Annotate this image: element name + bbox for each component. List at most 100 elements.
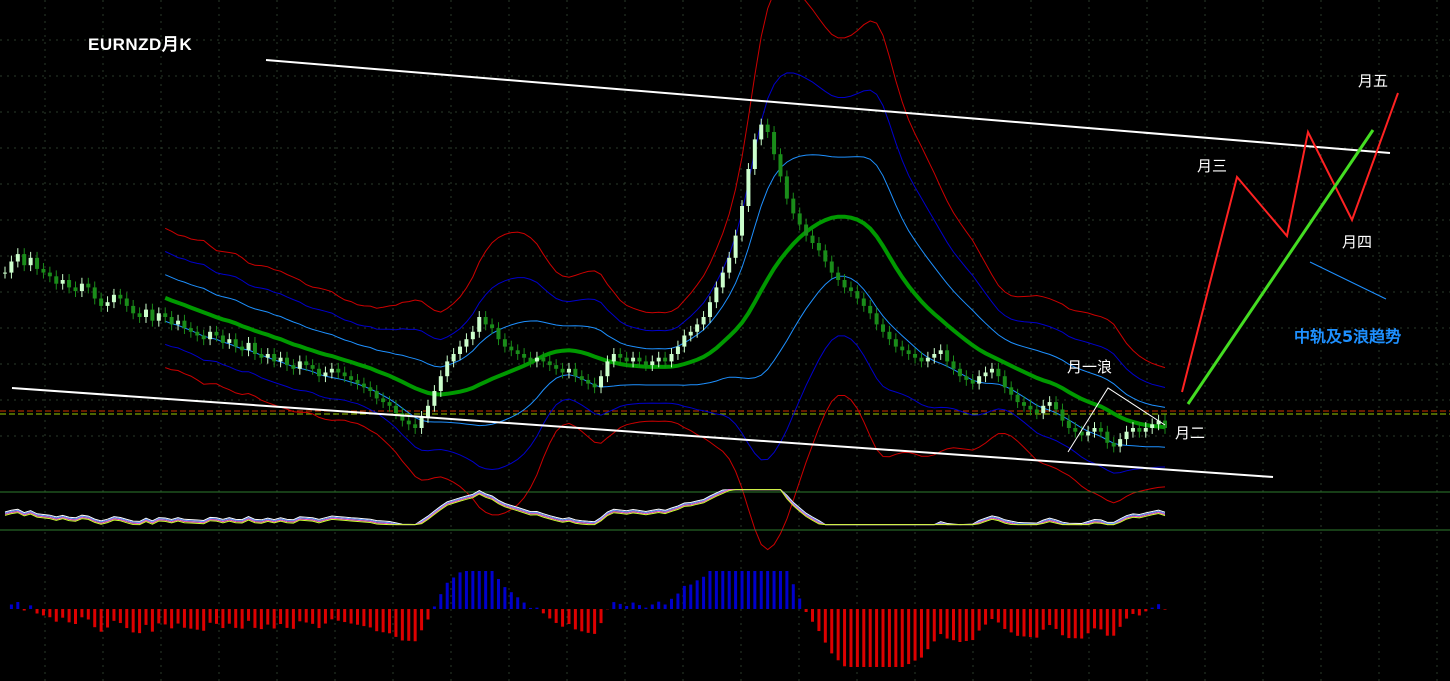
candle-body (720, 272, 725, 288)
candle-body (355, 379, 360, 384)
candle-body (868, 305, 873, 314)
candle-body (272, 354, 277, 362)
candle-body (438, 376, 443, 391)
candle-body (1130, 428, 1135, 432)
wave4-label: 月四 (1342, 233, 1373, 251)
candle-body (176, 320, 181, 325)
macd-histogram (9, 571, 1167, 667)
stochastic-panel (0, 489, 1450, 531)
wave3-label: 月三 (1197, 157, 1228, 175)
candle-body (906, 350, 911, 354)
candle-body (881, 324, 886, 332)
candle-body (1022, 402, 1027, 406)
candle-body (188, 328, 193, 332)
candle-body (15, 254, 20, 262)
candle-body (1137, 428, 1142, 432)
candle-body (483, 317, 488, 325)
candle-body (445, 361, 450, 377)
candle-body (848, 287, 853, 292)
candle-body (586, 379, 591, 384)
chart-title: EURNZD月K (88, 35, 193, 54)
candle-body (938, 350, 943, 354)
candle-body (541, 357, 546, 362)
candle-body (60, 280, 65, 284)
candle-body (1111, 442, 1116, 447)
candle-body (182, 320, 187, 329)
candle-body (631, 357, 636, 362)
candle-body (323, 372, 328, 377)
candle-body (361, 383, 366, 388)
candle-body (669, 354, 674, 362)
candle-body (458, 346, 463, 354)
candle-body (989, 368, 994, 373)
candle-body (227, 339, 232, 343)
candle-body (707, 302, 712, 317)
candle-body (733, 235, 738, 258)
candle-body (566, 368, 571, 373)
candle-body (381, 398, 386, 403)
candle-body (534, 357, 539, 362)
candle-body (451, 354, 456, 362)
candle-body (637, 357, 642, 362)
candle-body (509, 346, 514, 351)
candle-body (727, 257, 732, 273)
candle-body (1041, 405, 1046, 414)
candle-body (1092, 428, 1097, 432)
candle-body (92, 287, 97, 299)
candle-body (925, 357, 930, 362)
candle-body (143, 309, 148, 317)
candle-body (1073, 428, 1078, 432)
candle-body (470, 331, 475, 340)
candle-body (47, 272, 52, 277)
candle-body (816, 243, 821, 251)
candle-body (643, 361, 648, 366)
eurnzd-monthly-chart (0, 0, 1450, 681)
candle-body (291, 365, 296, 369)
candle-body (374, 391, 379, 399)
candle-body (650, 361, 655, 366)
candle-body (297, 361, 302, 369)
candle-body (1143, 428, 1148, 432)
candle-body (502, 339, 507, 347)
candle-body (464, 339, 469, 347)
candle-body (861, 298, 866, 306)
candle-body (387, 402, 392, 406)
candle-body (342, 372, 347, 377)
candle-body (829, 261, 834, 273)
candle-body (99, 298, 104, 306)
candle-body (214, 331, 219, 336)
candle-body (573, 368, 578, 377)
candle-body (547, 361, 552, 366)
candle-body (35, 257, 40, 269)
candle-body (406, 420, 411, 425)
candle-body (932, 354, 937, 358)
candle-body (432, 391, 437, 406)
candle-body (131, 305, 136, 314)
candle-body (611, 354, 616, 362)
candle-body (515, 350, 520, 354)
candle-body (778, 154, 783, 177)
candle-body (560, 368, 565, 373)
candle-body (977, 376, 982, 384)
band-line (164, 72, 1166, 388)
candle-body (951, 361, 956, 369)
candle-body (810, 235, 815, 243)
candle-body (304, 361, 309, 366)
candle-body (554, 365, 559, 369)
candle-body (695, 324, 700, 332)
candle-body (740, 206, 745, 236)
candle-body (605, 361, 610, 377)
candle-body (823, 250, 828, 262)
candle-body (169, 317, 174, 325)
candle-body (791, 198, 796, 214)
candle-body (425, 405, 430, 417)
candle-body (1054, 402, 1059, 410)
candle-body (28, 257, 33, 266)
candle-body (746, 169, 751, 206)
candle-body (945, 350, 950, 362)
candle-body (252, 342, 257, 354)
candle-body (772, 132, 777, 155)
candle-body (804, 224, 809, 236)
candle-body (714, 287, 719, 303)
candle-body (797, 213, 802, 225)
